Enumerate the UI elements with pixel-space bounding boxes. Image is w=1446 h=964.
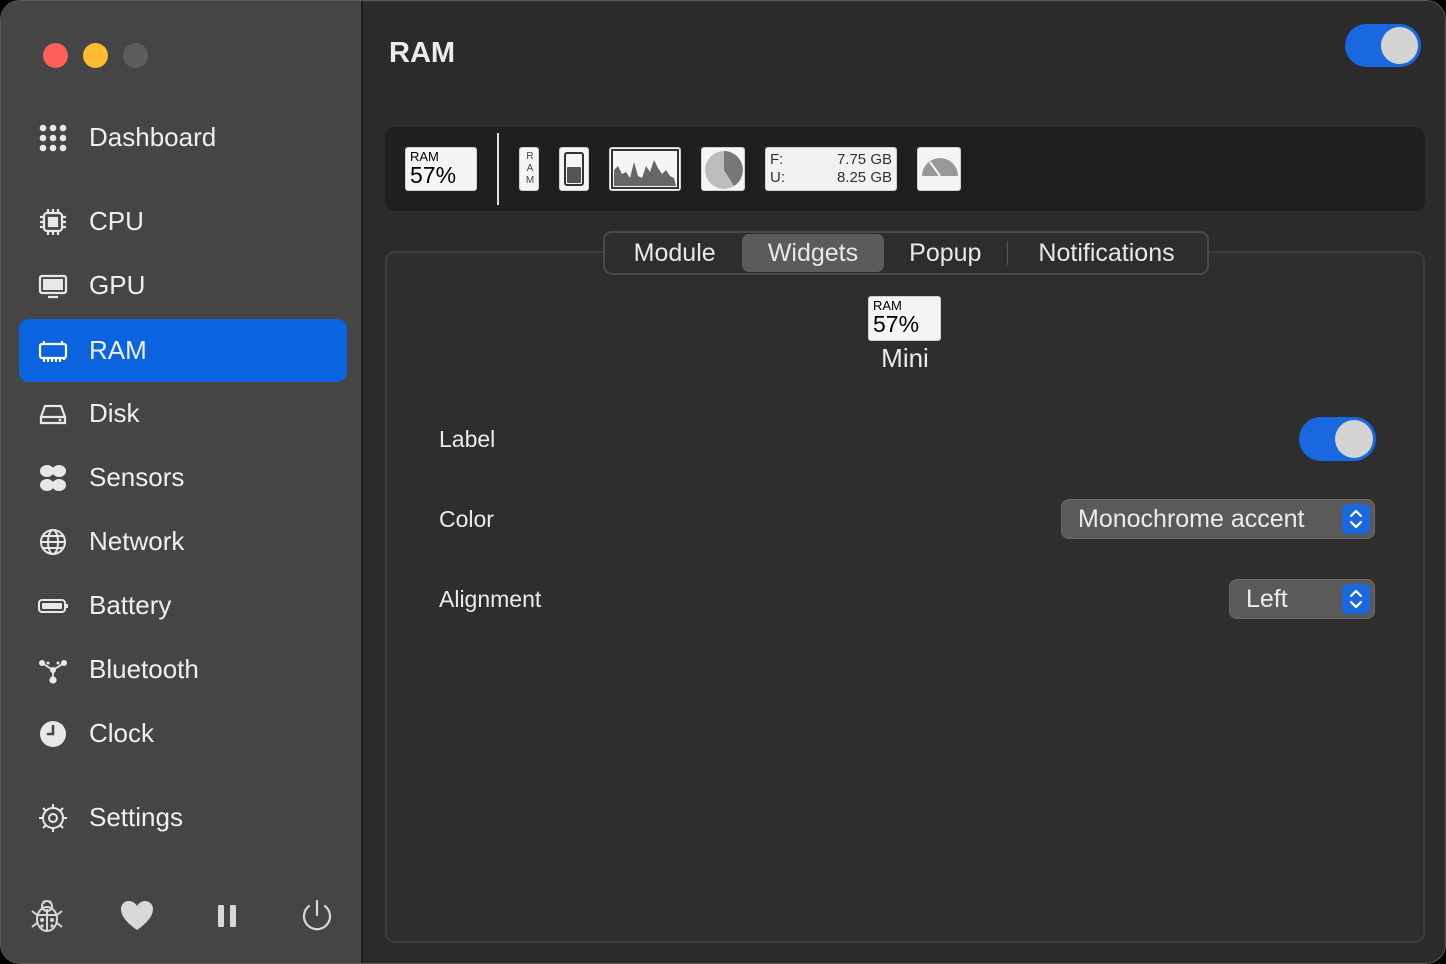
- traffic-lights: [43, 43, 148, 68]
- support-button[interactable]: [115, 894, 159, 942]
- alignment-select[interactable]: Left: [1229, 579, 1375, 619]
- speedometer-icon: [922, 158, 958, 177]
- cpu-chip-icon: [35, 204, 71, 240]
- section-tabs: Module Widgets Popup Notifications: [603, 231, 1209, 275]
- sidebar-item-disk[interactable]: Disk: [19, 382, 347, 445]
- globe-icon: [35, 524, 71, 560]
- tab-module[interactable]: Module: [607, 234, 742, 272]
- minimize-window-button[interactable]: [83, 43, 108, 68]
- sidebar-item-ram[interactable]: RAM: [19, 319, 347, 382]
- heart-icon: [118, 897, 156, 940]
- sidebar-item-battery[interactable]: Battery: [19, 574, 347, 637]
- widget-option-memory-text[interactable]: F: U: 7.75 GB 8.25 GB: [765, 147, 897, 191]
- battery-icon: [35, 588, 71, 624]
- sidebar-item-dashboard[interactable]: Dashboard: [19, 106, 347, 169]
- tab-label: Module: [633, 238, 716, 267]
- line-chart-icon: [611, 149, 679, 189]
- tab-popup[interactable]: Popup: [884, 234, 1007, 272]
- fan-icon: [35, 460, 71, 496]
- vertical-label-char: A: [526, 163, 534, 174]
- chevron-up-down-icon: [1342, 584, 1370, 614]
- toggle-knob: [1335, 420, 1373, 458]
- sidebar-item-network[interactable]: Network: [19, 510, 347, 573]
- memory-used-label: U:: [770, 169, 785, 186]
- widget-option-memory-bar[interactable]: [559, 147, 589, 191]
- close-window-button[interactable]: [43, 43, 68, 68]
- sidebar-item-label: GPU: [89, 270, 146, 300]
- bluetooth-nodes-icon: [35, 652, 71, 688]
- widget-option-bar-chart[interactable]: R A M: [519, 147, 539, 191]
- memory-free-label: F:: [770, 151, 784, 168]
- sidebar-item-label: Disk: [89, 398, 140, 428]
- main-content: RAM RAM 57% R A M F: U: 7.75 GB 8.25 GB …: [365, 1, 1445, 963]
- widget-option-line-chart[interactable]: [609, 147, 681, 191]
- disk-drive-icon: [35, 396, 71, 432]
- app-window: Dashboard CPU GPU RAM Disk Sensors Netwo…: [0, 0, 1446, 964]
- sidebar-item-label: RAM: [89, 335, 147, 365]
- vertical-label-char: M: [525, 175, 535, 186]
- quit-button[interactable]: [295, 894, 339, 942]
- alignment-setting-label: Alignment: [439, 586, 542, 612]
- pause-button[interactable]: [205, 894, 249, 942]
- sidebar-item-sensors[interactable]: Sensors: [19, 446, 347, 509]
- vertical-label-char: R: [526, 151, 534, 162]
- widget-selector-strip: RAM 57% R A M F: U: 7.75 GB 8.25 GB: [385, 127, 1425, 211]
- tab-widgets[interactable]: Widgets: [742, 234, 884, 272]
- monitor-icon: [35, 268, 71, 304]
- maximize-window-button[interactable]: [123, 43, 148, 68]
- widget-option-mini[interactable]: RAM 57%: [405, 147, 477, 191]
- sidebar-item-label: Clock: [89, 718, 155, 748]
- sidebar-item-settings[interactable]: Settings: [19, 786, 347, 849]
- color-setting-label: Color: [439, 506, 494, 532]
- sidebar-item-gpu[interactable]: GPU: [19, 254, 347, 317]
- select-value: Monochrome accent: [1078, 504, 1305, 533]
- sidebar-item-cpu[interactable]: CPU: [19, 190, 347, 253]
- sidebar-item-label: Dashboard: [89, 122, 217, 152]
- clock-icon: [35, 716, 71, 752]
- widget-option-pie-chart[interactable]: [701, 147, 745, 191]
- tab-label: Widgets: [767, 238, 859, 267]
- widget-option-speedometer[interactable]: [917, 147, 961, 191]
- page-title: RAM: [389, 37, 456, 69]
- sidebar-item-label: CPU: [89, 206, 144, 236]
- mini-widget-value: 57%: [873, 311, 920, 337]
- sidebar-item-clock[interactable]: Clock: [19, 702, 347, 765]
- sidebar-item-label: Bluetooth: [89, 654, 199, 684]
- sidebar: Dashboard CPU GPU RAM Disk Sensors Netwo…: [1, 1, 363, 963]
- tab-label: Notifications: [1038, 238, 1175, 267]
- sidebar-bottom-bar: [1, 894, 363, 944]
- widget-preview-caption: Mini: [881, 343, 929, 373]
- bug-report-icon: [28, 897, 66, 940]
- report-bug-button[interactable]: [25, 894, 69, 942]
- gear-icon: [35, 800, 71, 836]
- label-setting-label: Label: [439, 426, 496, 452]
- tab-label: Popup: [909, 238, 982, 267]
- widget-preview-mini[interactable]: RAM 57%: [868, 296, 941, 341]
- memory-bar-fill: [567, 167, 581, 183]
- label-toggle[interactable]: [1299, 417, 1376, 461]
- sidebar-item-label: Sensors: [89, 462, 185, 492]
- pause-icon: [208, 897, 246, 940]
- memory-used-value: 8.25 GB: [836, 169, 892, 186]
- sidebar-item-label: Battery: [89, 590, 172, 620]
- dashboard-grid-icon: [35, 120, 71, 156]
- sidebar-item-label: Network: [89, 526, 185, 556]
- tab-notifications[interactable]: Notifications: [1008, 234, 1205, 272]
- module-enable-toggle[interactable]: [1345, 24, 1421, 67]
- memory-free-value: 7.75 GB: [836, 151, 892, 168]
- toggle-knob: [1381, 27, 1418, 64]
- power-icon: [298, 897, 336, 940]
- mini-widget-value: 57%: [410, 162, 457, 188]
- sidebar-item-bluetooth[interactable]: Bluetooth: [19, 638, 347, 701]
- pie-chart-icon: [705, 151, 743, 189]
- color-select[interactable]: Monochrome accent: [1061, 499, 1375, 539]
- chevron-up-down-icon: [1342, 504, 1370, 534]
- select-value: Left: [1246, 584, 1288, 613]
- memory-icon: [35, 333, 71, 369]
- sidebar-item-label: Settings: [89, 802, 183, 832]
- strip-divider: [497, 133, 499, 205]
